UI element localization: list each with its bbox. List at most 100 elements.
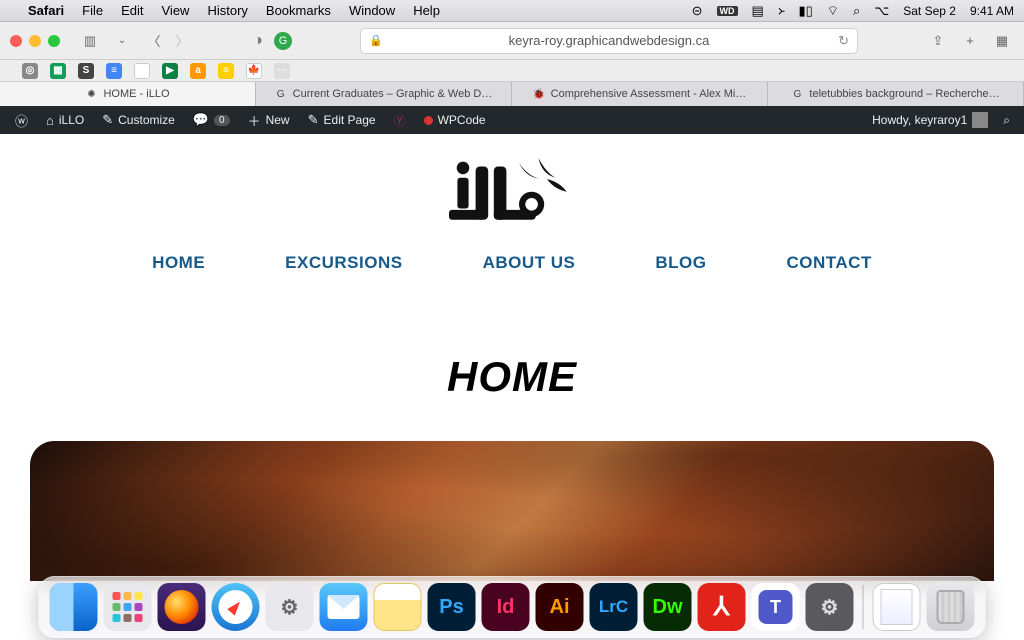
favorite-3[interactable]: ≡ bbox=[106, 63, 122, 79]
macos-menubar: Safari File Edit View History Bookmarks … bbox=[0, 0, 1024, 22]
safari-toolbar: ▥ ⌄ 〈 〉 ◑ G 🔒 keyra-roy.graphicandwebdes… bbox=[0, 22, 1024, 60]
tab-label: HOME - iLLO bbox=[103, 88, 169, 100]
favorite-8[interactable]: 🍁 bbox=[246, 63, 262, 79]
nav-forward-button[interactable]: 〉 bbox=[170, 30, 194, 52]
menu-window[interactable]: Window bbox=[349, 3, 395, 18]
site-logo[interactable] bbox=[442, 152, 582, 235]
new-tab-button[interactable]: + bbox=[958, 30, 982, 52]
close-window-button[interactable] bbox=[10, 35, 22, 47]
favorite-4[interactable] bbox=[134, 63, 150, 79]
reload-icon[interactable]: ↻ bbox=[838, 33, 849, 49]
tab-favicon: G bbox=[791, 88, 803, 100]
record-icon bbox=[424, 116, 433, 125]
tab-strip: ✺HOME - iLLOGCurrent Graduates – Graphic… bbox=[0, 82, 1024, 106]
status-wifi-icon[interactable]: ⌔ bbox=[827, 3, 839, 19]
dock-firefox[interactable] bbox=[158, 583, 206, 631]
status-date[interactable]: Sat Sep 2 bbox=[903, 4, 956, 18]
status-control-center-icon[interactable]: ⌥ bbox=[874, 3, 889, 19]
favorite-5[interactable]: ▶ bbox=[162, 63, 178, 79]
dock-system[interactable]: ⚙︎ bbox=[266, 583, 314, 631]
wp-comments-count: 0 bbox=[214, 115, 230, 126]
favorite-0[interactable]: ◎ bbox=[22, 63, 38, 79]
dock-dreamweaver[interactable]: Dw bbox=[644, 583, 692, 631]
sidebar-toggle-icon[interactable]: ▥ bbox=[78, 30, 102, 52]
dock-illustrator[interactable]: Ai bbox=[536, 583, 584, 631]
window-controls bbox=[10, 35, 60, 47]
dock-mail[interactable] bbox=[320, 583, 368, 631]
wp-edit-label: Edit Page bbox=[324, 113, 376, 127]
wp-account[interactable]: Howdy, keyraroy1 bbox=[863, 112, 997, 128]
dock-indesign[interactable]: Id bbox=[482, 583, 530, 631]
dock: ⚙︎ Ps Id Ai LrC Dw ⅄ T ⚙ bbox=[39, 576, 986, 638]
wp-site-menu[interactable]: ⌂iLLO bbox=[37, 106, 93, 134]
page-content: HOME EXCURSIONS ABOUT US BLOG CONTACT HO… bbox=[0, 134, 1024, 640]
browser-tab-2[interactable]: 🐞 Comprehensive Assessment - Alex Mi… bbox=[512, 82, 768, 106]
favorite-6[interactable]: a bbox=[190, 63, 206, 79]
dock-recent-doc[interactable] bbox=[873, 583, 921, 631]
wp-search-icon[interactable]: ⌕ bbox=[999, 113, 1014, 128]
address-bar[interactable]: 🔒 keyra-roy.graphicandwebdesign.ca ↻ bbox=[360, 28, 858, 54]
hero-image bbox=[30, 441, 994, 581]
dock-acrobat[interactable]: ⅄ bbox=[698, 583, 746, 631]
browser-tab-3[interactable]: Gteletubbies background – Recherche… bbox=[768, 82, 1024, 106]
tab-groups-chevron-icon[interactable]: ⌄ bbox=[110, 30, 134, 52]
dock-teams[interactable]: T bbox=[752, 583, 800, 631]
menu-bookmarks[interactable]: Bookmarks bbox=[266, 3, 331, 18]
dock-finder[interactable] bbox=[50, 583, 98, 631]
wp-logo-menu[interactable]: ⓦ bbox=[6, 106, 37, 134]
status-wd-icon[interactable]: WD bbox=[717, 6, 738, 16]
dock-lightroom[interactable]: LrC bbox=[590, 583, 638, 631]
status-stop-icon[interactable]: ⊝ bbox=[692, 3, 703, 19]
dock-settings[interactable]: ⚙ bbox=[806, 583, 854, 631]
wp-new[interactable]: ＋New bbox=[239, 106, 299, 134]
page-title: HOME bbox=[0, 353, 1024, 401]
favorite-9[interactable]: ⋯ bbox=[274, 63, 290, 79]
menu-help[interactable]: Help bbox=[413, 3, 440, 18]
wp-wpcode[interactable]: WPCode bbox=[415, 106, 495, 134]
tab-overview-icon[interactable]: ▦ bbox=[990, 30, 1014, 52]
share-icon[interactable]: ⇪ bbox=[926, 30, 950, 52]
tab-favicon: G bbox=[275, 88, 287, 100]
favorite-1[interactable]: ▦ bbox=[50, 63, 66, 79]
status-bluetooth-icon[interactable]: ᚛ bbox=[778, 3, 785, 19]
nav-contact[interactable]: CONTACT bbox=[786, 253, 871, 273]
tab-label: Comprehensive Assessment - Alex Mi… bbox=[551, 88, 747, 100]
wp-edit-page[interactable]: ✎Edit Page bbox=[299, 106, 385, 134]
lock-icon: 🔒 bbox=[369, 34, 383, 47]
status-battery-icon[interactable]: ▮▯ bbox=[798, 3, 812, 19]
dock-launchpad[interactable] bbox=[104, 583, 152, 631]
wp-yoast[interactable]: Ⓨ bbox=[385, 106, 415, 134]
privacy-report-icon[interactable]: ◑ bbox=[250, 32, 266, 50]
status-display-icon[interactable]: ▤ bbox=[752, 3, 764, 19]
dock-trash[interactable] bbox=[927, 583, 975, 631]
wp-customize[interactable]: ✎Customize bbox=[93, 106, 184, 134]
menu-history[interactable]: History bbox=[207, 3, 247, 18]
menu-view[interactable]: View bbox=[162, 3, 190, 18]
favorite-2[interactable]: S bbox=[78, 63, 94, 79]
dock-safari[interactable] bbox=[212, 583, 260, 631]
site-nav: HOME EXCURSIONS ABOUT US BLOG CONTACT bbox=[0, 253, 1024, 273]
zoom-window-button[interactable] bbox=[48, 35, 60, 47]
status-spotlight-icon[interactable]: ⌕ bbox=[853, 3, 860, 19]
nav-blog[interactable]: BLOG bbox=[655, 253, 706, 273]
dock-separator bbox=[863, 585, 864, 629]
dock-photoshop[interactable]: Ps bbox=[428, 583, 476, 631]
browser-tab-0[interactable]: ✺HOME - iLLO bbox=[0, 82, 256, 106]
favorites-bar: ◎ ▦ S ≡ ▶ a ≡ 🍁 ⋯ bbox=[0, 60, 1024, 82]
menu-edit[interactable]: Edit bbox=[121, 3, 143, 18]
browser-tab-1[interactable]: GCurrent Graduates – Graphic & Web D… bbox=[256, 82, 512, 106]
extension-grammarly-icon[interactable]: G bbox=[274, 32, 292, 50]
nav-back-button[interactable]: 〈 bbox=[142, 30, 166, 52]
tab-favicon: 🐞 bbox=[533, 88, 545, 100]
nav-about[interactable]: ABOUT US bbox=[483, 253, 576, 273]
avatar bbox=[972, 112, 988, 128]
wp-comments[interactable]: 💬0 bbox=[184, 106, 239, 134]
app-menu[interactable]: Safari bbox=[28, 3, 64, 18]
nav-home[interactable]: HOME bbox=[152, 253, 205, 273]
menu-file[interactable]: File bbox=[82, 3, 103, 18]
nav-excursions[interactable]: EXCURSIONS bbox=[285, 253, 402, 273]
favorite-7[interactable]: ≡ bbox=[218, 63, 234, 79]
minimize-window-button[interactable] bbox=[29, 35, 41, 47]
dock-notes[interactable] bbox=[374, 583, 422, 631]
status-time[interactable]: 9:41 AM bbox=[970, 4, 1014, 18]
